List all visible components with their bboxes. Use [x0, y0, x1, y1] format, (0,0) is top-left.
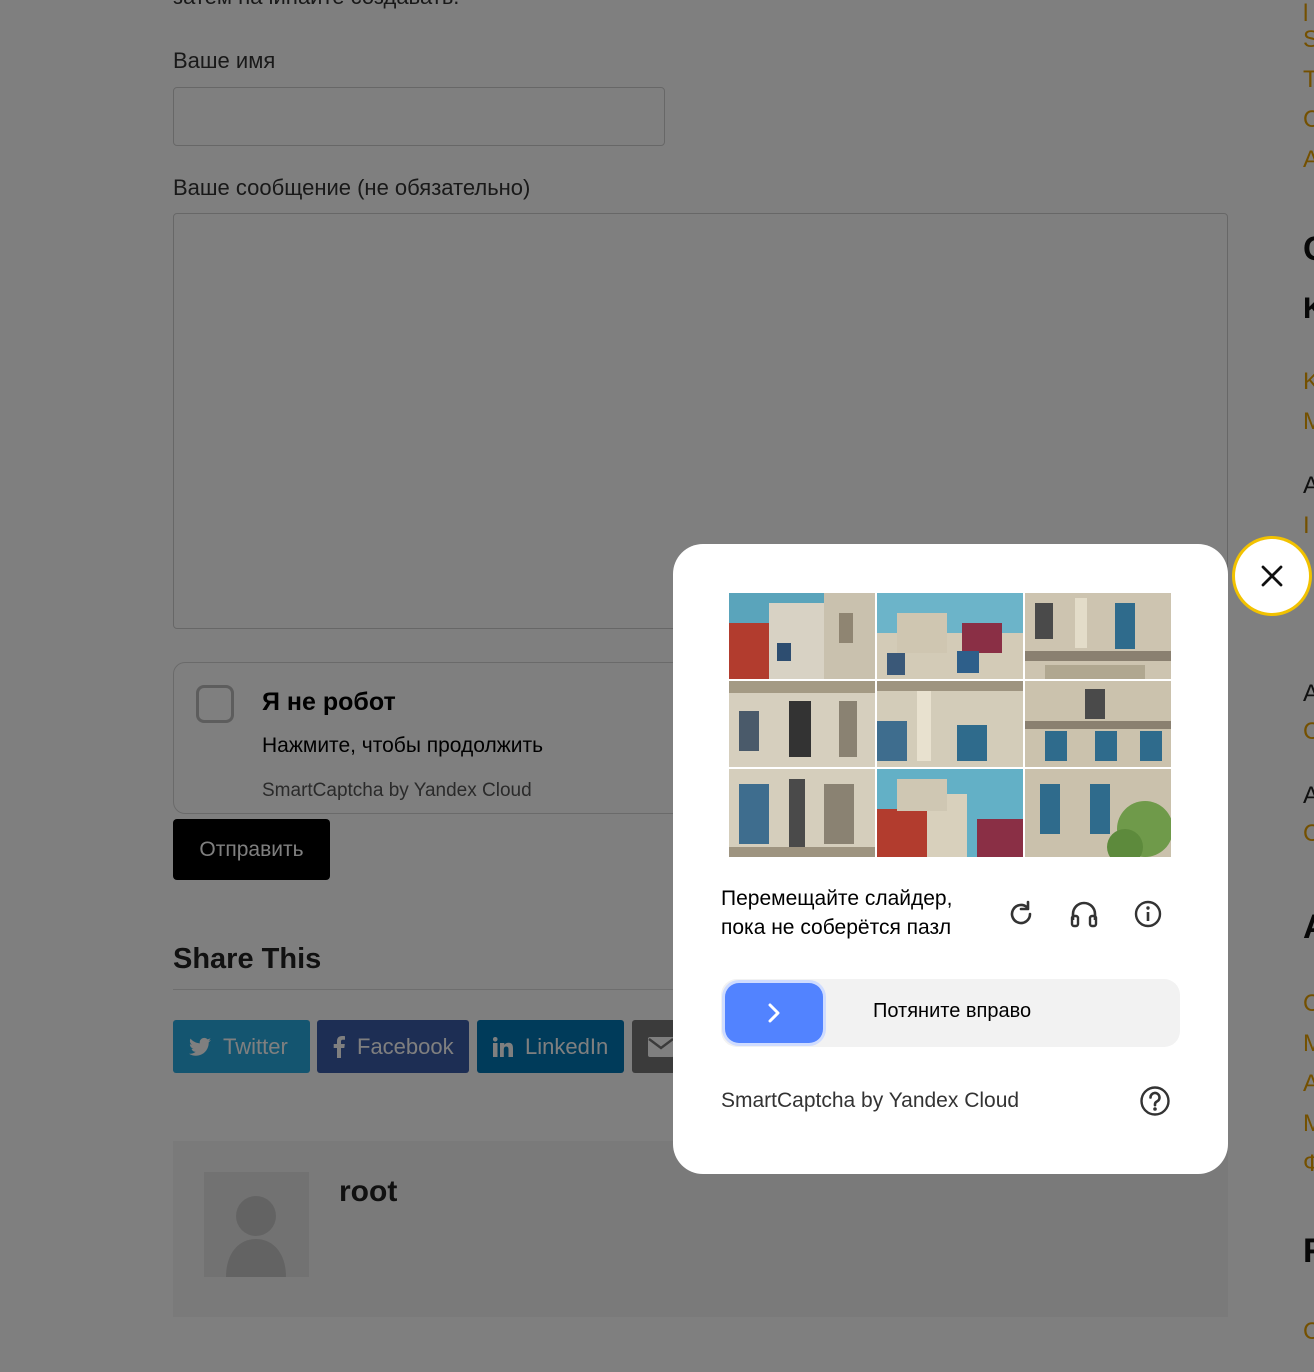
puzzle-tile — [877, 593, 1023, 679]
puzzle-tile — [877, 681, 1023, 767]
slider-handle[interactable] — [725, 983, 823, 1043]
puzzle-tile — [1025, 769, 1171, 857]
captcha-modal: Перемещайте слайдер, пока не соберётся п… — [673, 544, 1228, 1174]
chevron-right-icon — [768, 1003, 780, 1023]
puzzle-tile — [729, 769, 875, 857]
puzzle-instruction: Перемещайте слайдер, пока не соберётся п… — [721, 887, 953, 939]
captcha-brand: SmartCaptcha by Yandex Cloud — [721, 1089, 1020, 1112]
slider-hint: Потяните вправо — [873, 1000, 1032, 1022]
help-button[interactable] — [1139, 1085, 1171, 1117]
puzzle-tile — [1025, 681, 1171, 767]
close-icon — [1261, 565, 1283, 587]
puzzle-image — [729, 593, 1171, 857]
puzzle-tile — [729, 593, 875, 679]
refresh-button[interactable] — [1004, 897, 1038, 931]
audio-button[interactable] — [1067, 897, 1101, 931]
info-icon — [1134, 900, 1162, 928]
headphones-icon — [1070, 901, 1098, 928]
help-icon — [1140, 1086, 1170, 1116]
puzzle-tile — [877, 769, 1023, 857]
puzzle-tile — [729, 681, 875, 767]
puzzle-slider[interactable]: Потяните вправо — [721, 979, 1180, 1047]
info-button[interactable] — [1131, 897, 1165, 931]
refresh-icon — [1010, 900, 1032, 925]
close-button[interactable] — [1235, 539, 1309, 613]
puzzle-tile — [1025, 593, 1171, 679]
